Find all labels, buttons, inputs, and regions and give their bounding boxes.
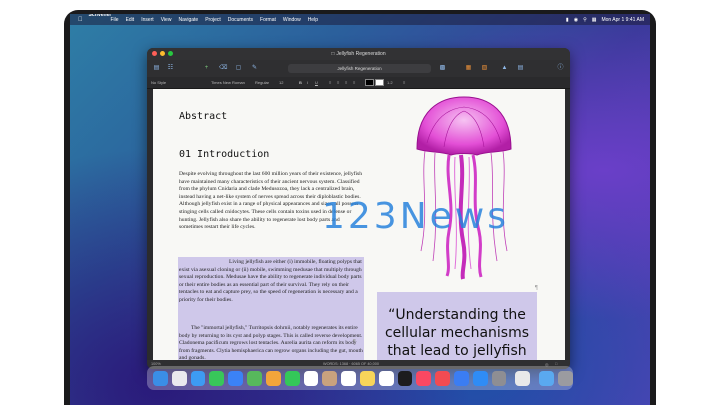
highlight-color-swatch[interactable] — [375, 79, 384, 86]
document-icon: □ — [331, 51, 335, 57]
keynote-icon[interactable] — [454, 370, 469, 386]
jellyfish-illustration — [416, 96, 512, 280]
desktop-screen:  Scrivener File Edit Insert View Naviga… — [70, 14, 650, 405]
system-settings-icon[interactable] — [491, 370, 507, 386]
maps-icon[interactable] — [247, 370, 262, 386]
notes-icon[interactable] — [359, 370, 375, 386]
traffic-lights — [152, 51, 173, 56]
heading-abstract: Abstract — [179, 111, 228, 122]
menu-file[interactable]: File — [111, 17, 119, 23]
document-field[interactable]: Jellyfish Regeneration — [288, 64, 431, 73]
downloads-icon[interactable] — [539, 370, 555, 386]
font-size-select[interactable]: 12 — [279, 80, 283, 85]
share-icon[interactable]: ▲ — [501, 65, 508, 71]
menu-bar:  Scrivener File Edit Insert View Naviga… — [70, 14, 650, 25]
tv-icon[interactable] — [397, 370, 413, 386]
font-weight-select[interactable]: Regular — [255, 80, 269, 85]
folder-icon[interactable]: ▢ — [235, 65, 242, 71]
inspector-icon[interactable]: ⓘ — [557, 65, 564, 71]
pull-quote: “Understanding the cellular mechanisms t… — [384, 307, 530, 359]
reminders-icon[interactable] — [341, 370, 356, 386]
wifi-icon[interactable]: ◉ — [574, 17, 578, 23]
menu-view[interactable]: View — [161, 17, 172, 23]
add-item-icon[interactable]: + — [203, 65, 210, 71]
menu-documents[interactable]: Documents — [228, 17, 253, 23]
facetime-icon[interactable] — [284, 370, 300, 386]
line-spacing-select[interactable]: 1.2 — [387, 80, 393, 85]
search-icon[interactable]: ⚲ — [583, 17, 587, 23]
menu-clock[interactable]: Mon Apr 1 9:41 AM — [601, 17, 644, 23]
trash-icon[interactable]: ⌫ — [219, 65, 227, 71]
align-right-icon[interactable]: ≡ — [345, 80, 347, 85]
style-select[interactable]: No Style — [151, 80, 166, 85]
safari-icon[interactable] — [190, 370, 206, 386]
compile-icon[interactable]: ▤ — [517, 65, 524, 71]
contacts-icon[interactable] — [322, 370, 338, 386]
justify-icon[interactable]: ≡ — [353, 80, 355, 85]
news-icon[interactable] — [435, 370, 450, 386]
window-title: Jellyfish Regeneration — [336, 51, 386, 57]
menu-format[interactable]: Format — [260, 17, 276, 23]
binder-toggle-icon[interactable]: ▤ — [153, 65, 160, 71]
view-mode-icon[interactable]: ☷ — [167, 65, 174, 71]
menu-window[interactable]: Window — [283, 17, 301, 23]
scrivener-icon[interactable] — [515, 370, 531, 386]
edit-icon[interactable]: ✎ — [251, 65, 258, 71]
trash-icon[interactable] — [558, 370, 573, 386]
control-center-icon[interactable]: ▦ — [592, 17, 597, 23]
battery-icon[interactable]: ▮ — [566, 17, 569, 23]
font-family-select[interactable]: Times New Roman — [211, 80, 245, 85]
list-icon[interactable]: ≡ — [403, 80, 405, 85]
align-center-icon[interactable]: ≡ — [337, 80, 339, 85]
close-button[interactable] — [152, 51, 157, 56]
text-color-swatch[interactable] — [365, 79, 374, 86]
menu-insert[interactable]: Insert — [141, 17, 154, 23]
format-bar: No Style Times New Roman Regular 12 B I … — [147, 77, 570, 89]
watermark-text: 123News — [322, 196, 509, 237]
toolbar: ▤ ☷ + ⌫ ▢ ✎ Jellyfish Regeneration ▩ ▦ ▧… — [147, 60, 570, 78]
zoom-button[interactable] — [168, 51, 173, 56]
underline-button[interactable]: U — [315, 80, 318, 85]
align-left-icon[interactable]: ≡ — [329, 80, 331, 85]
menu-project[interactable]: Project — [205, 17, 221, 23]
menu-extras: ▮ ◉ ⚲ ▦ Mon Apr 1 9:41 AM — [566, 14, 644, 25]
app-store-icon[interactable] — [472, 370, 488, 386]
finder-icon[interactable] — [153, 370, 168, 386]
menu-navigate[interactable]: Navigate — [178, 17, 198, 23]
paragraph-2: Living jellyfish are either (i) immobile… — [179, 259, 362, 303]
outline-icon[interactable]: ▦ — [465, 65, 472, 71]
compose-icon[interactable]: ▩ — [439, 65, 446, 71]
mail-icon[interactable] — [228, 370, 244, 386]
paragraph-3: The "immortal jellyfish," Turritopsis do… — [179, 325, 363, 361]
pilcrow-mark: ¶ — [535, 285, 538, 291]
apple-menu-icon[interactable]:  — [78, 17, 83, 23]
music-icon[interactable] — [416, 370, 432, 386]
menu-help[interactable]: Help — [308, 17, 318, 23]
heading-introduction: 01 Introduction — [179, 149, 270, 160]
bold-button[interactable]: B — [299, 80, 302, 85]
launchpad-icon[interactable] — [171, 370, 187, 386]
menu-app-name[interactable]: Scrivener — [89, 14, 112, 27]
minimize-button[interactable] — [160, 51, 165, 56]
title-bar: □ Jellyfish Regeneration — [147, 48, 570, 60]
corkboard-icon[interactable]: ▧ — [481, 65, 488, 71]
menu-edit[interactable]: Edit — [126, 17, 135, 23]
pilcrow-mark: ¶ — [353, 339, 356, 345]
photos-icon[interactable] — [265, 370, 281, 386]
calendar-icon[interactable] — [303, 370, 319, 386]
messages-icon[interactable] — [209, 370, 225, 386]
freeform-icon[interactable] — [378, 370, 394, 386]
italic-button[interactable]: I — [307, 80, 308, 85]
dock — [147, 366, 573, 390]
